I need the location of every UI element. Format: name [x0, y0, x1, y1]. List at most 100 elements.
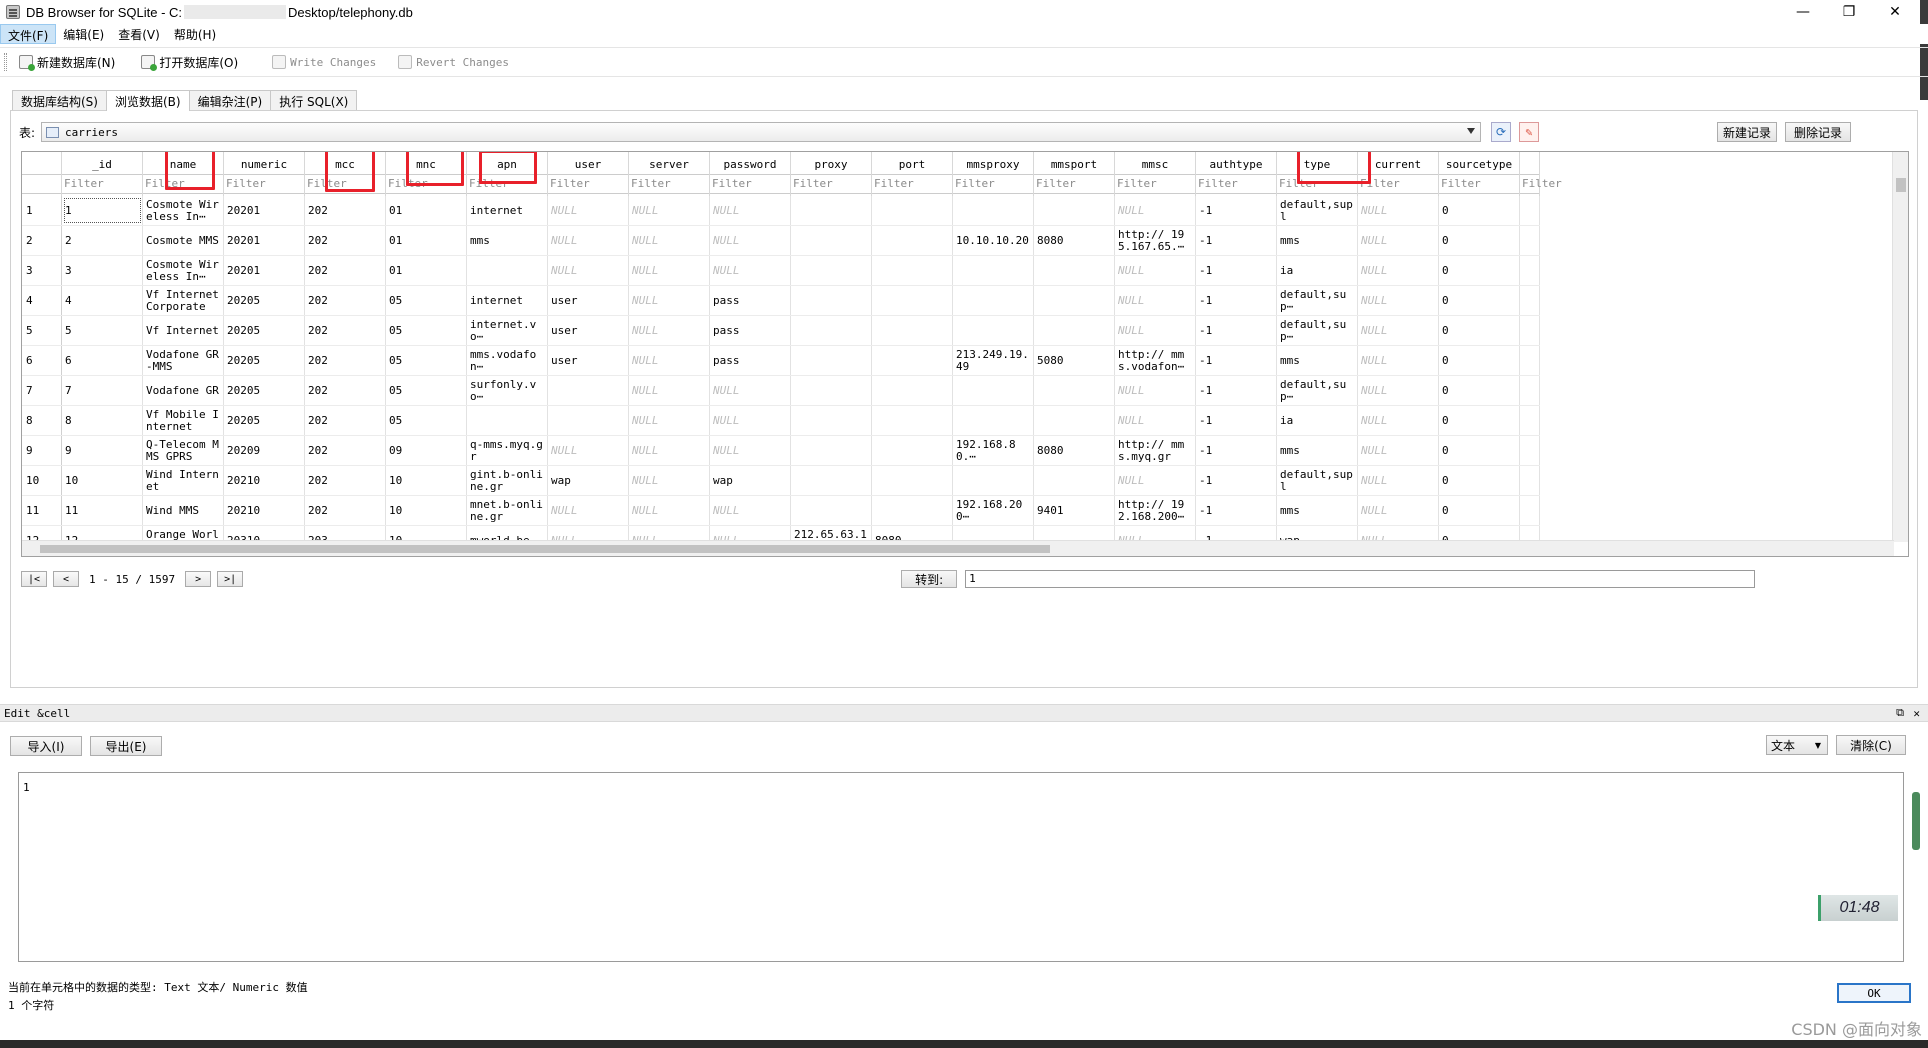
- table-cell[interactable]: mms.vodafon⋯: [467, 346, 548, 375]
- column-name[interactable]: authtype: [1196, 152, 1276, 174]
- column-header[interactable]: user Filter: [548, 152, 629, 196]
- table-cell[interactable]: 10: [386, 466, 467, 495]
- table-cell[interactable]: ia: [1277, 406, 1358, 435]
- column-name[interactable]: user: [548, 152, 628, 174]
- table-cell[interactable]: NULL: [548, 496, 629, 525]
- table-cell[interactable]: [1034, 256, 1115, 285]
- table-cell[interactable]: 20310: [224, 556, 305, 557]
- table-cell[interactable]: 20201: [224, 226, 305, 255]
- refresh-icon[interactable]: ⟳: [1491, 122, 1512, 142]
- table-cell[interactable]: NULL: [629, 256, 710, 285]
- tab-edit-pragmas[interactable]: 编辑杂注(P): [188, 90, 272, 110]
- menu-edit[interactable]: 编辑(E): [56, 24, 111, 44]
- table-cell[interactable]: 8080: [1034, 436, 1115, 465]
- clear-button[interactable]: 清除(C): [1836, 735, 1906, 755]
- table-cell[interactable]: [872, 196, 953, 225]
- table-cell[interactable]: 202: [305, 406, 386, 435]
- table-cell[interactable]: 202: [305, 286, 386, 315]
- column-header[interactable]: sourcetype Filter: [1439, 152, 1520, 196]
- column-name[interactable]: numeric: [224, 152, 304, 174]
- column-name[interactable]: [1520, 152, 1539, 174]
- table-cell[interactable]: -1: [1196, 196, 1277, 225]
- table-cell[interactable]: 202: [305, 376, 386, 405]
- table-cell[interactable]: 20205: [224, 286, 305, 315]
- maximize-button[interactable]: ❐: [1826, 0, 1872, 24]
- table-cell[interactable]: 20209: [224, 436, 305, 465]
- table-cell[interactable]: 8: [62, 406, 143, 435]
- table-cell[interactable]: 202: [305, 316, 386, 345]
- table-cell[interactable]: NULL: [1358, 286, 1439, 315]
- table-cell[interactable]: 05: [386, 286, 467, 315]
- table-cell[interactable]: [548, 376, 629, 405]
- table-cell[interactable]: 0: [1439, 436, 1520, 465]
- goto-button[interactable]: 转到:: [901, 570, 958, 588]
- table-cell[interactable]: [1034, 286, 1115, 315]
- table-cell[interactable]: 202: [305, 466, 386, 495]
- column-name[interactable]: _id: [62, 152, 142, 174]
- column-filter-input[interactable]: Filter: [224, 174, 304, 194]
- table-cell[interactable]: [1520, 316, 1540, 345]
- table-cell[interactable]: Vodafone GR-MMS: [143, 346, 224, 375]
- ok-button[interactable]: OK: [1837, 983, 1911, 1003]
- table-cell[interactable]: [791, 316, 872, 345]
- table-cell[interactable]: [1520, 376, 1540, 405]
- table-cell[interactable]: NULL: [1115, 376, 1196, 405]
- column-filter-input[interactable]: Filter: [1115, 174, 1195, 194]
- table-cell[interactable]: [872, 406, 953, 435]
- table-cell[interactable]: [1520, 556, 1540, 557]
- table-cell[interactable]: 20205: [224, 346, 305, 375]
- table-cell[interactable]: [791, 496, 872, 525]
- table-cell[interactable]: 0: [1439, 496, 1520, 525]
- column-header[interactable]: port Filter: [872, 152, 953, 196]
- column-filter-input[interactable]: Filter: [1439, 174, 1519, 194]
- table-cell[interactable]: gint.b-online.gr: [467, 466, 548, 495]
- table-cell[interactable]: NULL: [629, 406, 710, 435]
- column-filter-input[interactable]: Filter: [1196, 174, 1276, 194]
- table-cell[interactable]: NULL: [1358, 196, 1439, 225]
- table-row[interactable]: 8 8 Vf Mobile Internet 20205 202 05 NULL NULL NU…: [22, 406, 1540, 436]
- table-cell[interactable]: [872, 316, 953, 345]
- table-cell[interactable]: NULL: [1115, 556, 1196, 557]
- table-cell[interactable]: NULL: [710, 406, 791, 435]
- column-name[interactable]: password: [710, 152, 790, 174]
- table-cell[interactable]: [548, 406, 629, 435]
- table-cell[interactable]: -1: [1196, 376, 1277, 405]
- revert-changes-button[interactable]: Revert Changes: [398, 55, 509, 69]
- table-cell[interactable]: NULL: [1358, 376, 1439, 405]
- column-filter-input[interactable]: Filter: [872, 174, 952, 194]
- table-cell[interactable]: [953, 556, 1034, 557]
- table-cell[interactable]: [1034, 376, 1115, 405]
- table-cell[interactable]: [1034, 556, 1115, 557]
- table-select[interactable]: carriers: [41, 122, 1482, 142]
- table-cell[interactable]: NULL: [710, 196, 791, 225]
- table-cell[interactable]: [1520, 346, 1540, 375]
- table-row[interactable]: 9 9 Q-Telecom MMS GPRS 20209 202 09 q-mms.myq.…: [22, 436, 1540, 466]
- table-cell[interactable]: user: [548, 346, 629, 375]
- table-cell[interactable]: mms: [1277, 346, 1358, 375]
- table-cell[interactable]: Vf Mobile Internet: [143, 406, 224, 435]
- table-cell[interactable]: pass: [710, 286, 791, 315]
- table-cell[interactable]: [953, 196, 1034, 225]
- table-cell[interactable]: [953, 466, 1034, 495]
- table-cell[interactable]: 05: [386, 406, 467, 435]
- table-cell[interactable]: [1034, 406, 1115, 435]
- table-cell[interactable]: [791, 466, 872, 495]
- table-cell[interactable]: 4: [62, 286, 143, 315]
- table-cell[interactable]: [791, 436, 872, 465]
- table-cell[interactable]: internet: [467, 286, 548, 315]
- data-grid[interactable]: _id Filter name Filter numeric Filter mcc Filte…: [21, 151, 1909, 557]
- column-header[interactable]: numeric Filter: [224, 152, 305, 196]
- table-cell[interactable]: default,sup⋯: [1277, 286, 1358, 315]
- table-cell[interactable]: 20205: [224, 316, 305, 345]
- table-cell[interactable]: NULL: [1358, 496, 1439, 525]
- table-cell[interactable]: 10: [62, 466, 143, 495]
- table-cell[interactable]: NULL: [1358, 556, 1439, 557]
- table-cell[interactable]: NULL: [1358, 226, 1439, 255]
- table-cell[interactable]: surfonly.vo⋯: [467, 376, 548, 405]
- table-cell[interactable]: 213.249.19.49: [953, 346, 1034, 375]
- table-cell[interactable]: 0: [1439, 406, 1520, 435]
- table-cell[interactable]: 2: [62, 226, 143, 255]
- table-cell[interactable]: NULL: [1115, 286, 1196, 315]
- prev-page-button[interactable]: <: [53, 571, 79, 587]
- table-cell[interactable]: http:// 192.168.200⋯: [1115, 496, 1196, 525]
